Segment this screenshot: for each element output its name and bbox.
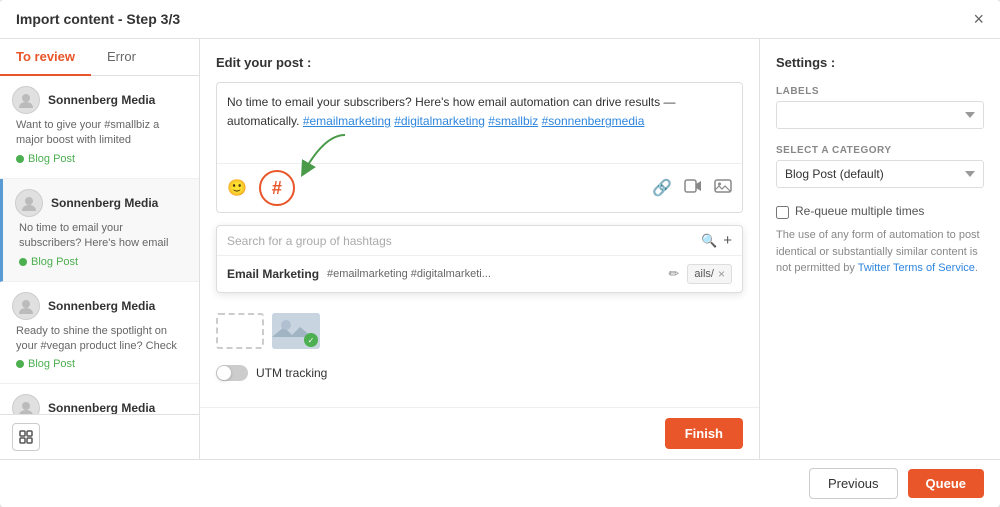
tag-dot [16, 155, 24, 163]
item-name: Sonnenberg Media [48, 93, 155, 107]
settings-panel: Settings : LABELS SELECT A CATEGORY Blog… [760, 39, 1000, 459]
hashtag-group-name: Email Marketing [227, 267, 319, 281]
item-name: Sonnenberg Media [48, 299, 155, 313]
main-inner: Edit your post : No time to email your s… [200, 39, 759, 407]
modal-header: Import content - Step 3/3 × [0, 0, 1000, 39]
tab-to-review[interactable]: To review [0, 39, 91, 76]
section-label: Edit your post : [216, 55, 743, 70]
finish-button[interactable]: Finish [665, 418, 743, 449]
hashtag-button[interactable]: # [259, 170, 295, 206]
item-desc: Want to give your #smallbiz a major boos… [16, 118, 187, 149]
tos-note: The use of any form of automation to pos… [776, 227, 984, 277]
tab-bar: To review Error [0, 39, 199, 76]
emoji-icon[interactable]: 🙂 [227, 178, 247, 198]
detail-close-icon[interactable]: × [718, 267, 725, 281]
category-label: SELECT A CATEGORY [776, 145, 984, 156]
list-item[interactable]: Sonnenberg Media [0, 384, 199, 414]
item-desc: No time to email your subscribers? Here'… [19, 221, 187, 252]
utm-row: UTM tracking [216, 357, 743, 389]
add-hashtag-icon[interactable]: + [723, 232, 732, 249]
main-content: Edit your post : No time to email your s… [200, 39, 760, 459]
tos-link[interactable]: Twitter Terms of Service [858, 262, 975, 274]
hashtag-group-item: Email Marketing #emailmarketing #digital… [217, 256, 742, 292]
category-select[interactable]: Blog Post (default) [776, 160, 984, 188]
post-text[interactable]: No time to email your subscribers? Here'… [217, 83, 742, 163]
labels-label: LABELS [776, 86, 984, 97]
tag-dot [19, 258, 27, 266]
previous-button[interactable]: Previous [809, 468, 898, 499]
item-tag: Blog Post [16, 153, 75, 165]
close-button[interactable]: × [973, 10, 984, 28]
modal-title: Import content - Step 3/3 [16, 11, 180, 27]
hashtag-edit-icon[interactable]: ✏ [669, 266, 680, 282]
sidebar: To review Error Sonnenberg Media Want to… [0, 39, 200, 459]
image-thumb-empty [216, 313, 264, 349]
sidebar-bottom [0, 414, 199, 459]
search-icon: 🔍 [701, 233, 717, 249]
check-badge: ✓ [304, 333, 318, 347]
avatar [12, 86, 40, 114]
item-tag: Blog Post [19, 256, 78, 268]
hashtag-detail: ails/ × [687, 264, 732, 284]
image-preview: ✓ [216, 305, 743, 357]
sidebar-icon-button[interactable] [12, 423, 40, 451]
item-name: Sonnenberg Media [51, 196, 158, 210]
hashtag-button-wrapper: # [259, 170, 295, 206]
modal-footer: Previous Queue [0, 459, 1000, 507]
labels-select[interactable] [776, 101, 984, 129]
hashtag-search-row: 🔍 + [217, 226, 742, 256]
avatar [12, 394, 40, 414]
sidebar-list: Sonnenberg Media Want to give your #smal… [0, 76, 199, 414]
tag-dot [16, 360, 24, 368]
category-group: SELECT A CATEGORY Blog Post (default) [776, 145, 984, 188]
list-item[interactable]: Sonnenberg Media Ready to shine the spot… [0, 282, 199, 385]
requeue-checkbox[interactable] [776, 206, 789, 219]
tab-error[interactable]: Error [91, 39, 152, 76]
requeue-label: Re-queue multiple times [795, 204, 924, 218]
modal-body: To review Error Sonnenberg Media Want to… [0, 39, 1000, 459]
hashtag-group-tags: #emailmarketing #digitalmarketi... [327, 268, 660, 280]
video-icon[interactable] [684, 177, 702, 200]
image-icon[interactable] [714, 177, 732, 200]
hashtag-dropdown: 🔍 + Email Marketing #emailmarketing #dig… [216, 225, 743, 293]
requeue-row: Re-queue multiple times [776, 204, 984, 219]
item-name: Sonnenberg Media [48, 401, 155, 414]
avatar [12, 292, 40, 320]
detail-box: ails/ × [687, 264, 732, 284]
list-item[interactable]: Sonnenberg Media No time to email your s… [0, 179, 199, 282]
queue-button[interactable]: Queue [908, 469, 984, 498]
avatar [15, 189, 43, 217]
post-editor: No time to email your subscribers? Here'… [216, 82, 743, 213]
item-desc: Ready to shine the spotlight on your #ve… [16, 324, 187, 355]
item-tag: Blog Post [16, 358, 75, 370]
settings-title: Settings : [776, 55, 984, 70]
toggle-knob [217, 366, 231, 380]
hashtag-symbol: # [272, 178, 282, 199]
utm-label: UTM tracking [256, 366, 327, 380]
labels-group: LABELS [776, 86, 984, 129]
import-modal: Import content - Step 3/3 × To review Er… [0, 0, 1000, 507]
main-footer: Finish [200, 407, 759, 459]
list-item[interactable]: Sonnenberg Media Want to give your #smal… [0, 76, 199, 179]
hashtag-search-input[interactable] [227, 234, 695, 248]
editor-toolbar: 🙂 # [217, 163, 742, 212]
utm-toggle[interactable] [216, 365, 248, 381]
link-icon[interactable]: 🔗 [652, 178, 672, 198]
image-thumb-filled: ✓ [272, 313, 320, 349]
